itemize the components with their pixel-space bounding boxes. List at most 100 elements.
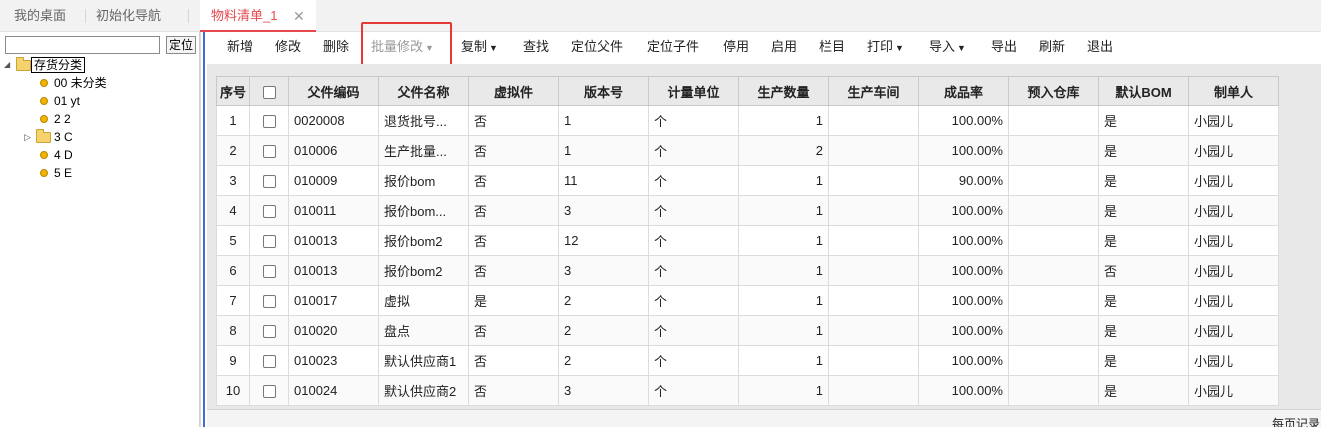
cell-default-bom[interactable]: 是 — [1098, 315, 1189, 346]
cell-workshop[interactable] — [828, 375, 919, 406]
cell-warehouse[interactable] — [1008, 345, 1099, 376]
cell-yield[interactable]: 100.00% — [918, 285, 1009, 316]
cell-version[interactable]: 1 — [558, 105, 649, 136]
row-checkbox[interactable] — [262, 235, 276, 249]
cell-qty[interactable]: 1 — [738, 165, 829, 196]
refresh-button[interactable]: 刷新 — [1039, 32, 1065, 62]
cell-code[interactable]: 010020 — [288, 315, 379, 346]
table-row[interactable]: 10 010024 默认供应商2 否 3 个 1 100.00% 是小园儿 — [216, 375, 1279, 406]
row-select[interactable] — [249, 285, 289, 316]
row-checkbox[interactable] — [262, 175, 276, 189]
col-header-default-bom[interactable]: 默认BOM — [1098, 76, 1189, 106]
tab-init-guide[interactable]: 初始化导航 — [96, 0, 161, 32]
cell-code[interactable]: 010013 — [288, 255, 379, 286]
cell-yield[interactable]: 100.00% — [918, 255, 1009, 286]
row-select[interactable] — [249, 195, 289, 226]
cell-virtual[interactable]: 否 — [468, 255, 559, 286]
import-button[interactable]: 导入 ▼ — [929, 32, 966, 62]
cell-version[interactable]: 1 — [558, 135, 649, 166]
cell-creator[interactable]: 小园儿 — [1188, 285, 1279, 316]
cell-yield[interactable]: 100.00% — [918, 105, 1009, 136]
cell-default-bom[interactable]: 是 — [1098, 105, 1189, 136]
col-header-virtual[interactable]: 虚拟件 — [468, 76, 559, 106]
cell-creator[interactable]: 小园儿 — [1188, 315, 1279, 346]
cell-virtual[interactable]: 否 — [468, 225, 559, 256]
cell-qty[interactable]: 1 — [738, 105, 829, 136]
cell-workshop[interactable] — [828, 315, 919, 346]
disable-button[interactable]: 停用 — [723, 32, 749, 62]
row-select[interactable] — [249, 315, 289, 346]
row-checkbox[interactable] — [262, 265, 276, 279]
cell-virtual[interactable]: 否 — [468, 165, 559, 196]
cell-workshop[interactable] — [828, 285, 919, 316]
copy-button[interactable]: 复制 ▼ — [461, 32, 498, 62]
table-row[interactable]: 6 010013 报价bom2 否 3 个 1 100.00% 否小园儿 — [216, 255, 1279, 286]
cell-virtual[interactable]: 否 — [468, 105, 559, 136]
table-row[interactable]: 2 010006 生产批量... 否 1 个 2 100.00% 是小园儿 — [216, 135, 1279, 166]
table-row[interactable]: 7 010017 虚拟是 2 个 1 100.00% 是小园儿 — [216, 285, 1279, 316]
row-select[interactable] — [249, 165, 289, 196]
cell-qty[interactable]: 1 — [738, 195, 829, 226]
table-row[interactable]: 8 010020 盘点否 2 个 1 100.00% 是小园儿 — [216, 315, 1279, 346]
expand-icon[interactable]: ▷ — [24, 128, 31, 146]
cell-yield[interactable]: 100.00% — [918, 315, 1009, 346]
cell-qty[interactable]: 1 — [738, 225, 829, 256]
cell-yield[interactable]: 100.00% — [918, 225, 1009, 256]
cell-workshop[interactable] — [828, 165, 919, 196]
tree-root[interactable]: ◢ 存货分类 — [4, 56, 194, 74]
cell-name[interactable]: 默认供应商1 — [378, 345, 469, 376]
cell-unit[interactable]: 个 — [648, 255, 739, 286]
cell-virtual[interactable]: 否 — [468, 345, 559, 376]
row-checkbox[interactable] — [262, 325, 276, 339]
table-row[interactable]: 1 0020008 退货批号... 否 1 个 1 100.00% 是小园儿 — [216, 105, 1279, 136]
cell-code[interactable]: 010024 — [288, 375, 379, 406]
cell-warehouse[interactable] — [1008, 255, 1099, 286]
enable-button[interactable]: 启用 — [771, 32, 797, 62]
col-header-select[interactable] — [249, 76, 289, 106]
panel-splitter[interactable] — [200, 32, 206, 427]
close-icon[interactable]: ✕ — [293, 0, 305, 32]
cell-workshop[interactable] — [828, 195, 919, 226]
cell-virtual[interactable]: 否 — [468, 315, 559, 346]
cell-default-bom[interactable]: 否 — [1098, 255, 1189, 286]
cell-version[interactable]: 2 — [558, 285, 649, 316]
cell-name[interactable]: 退货批号... — [378, 105, 469, 136]
cell-unit[interactable]: 个 — [648, 225, 739, 256]
row-checkbox[interactable] — [262, 385, 276, 399]
row-number[interactable]: 1 — [216, 105, 250, 136]
cell-version[interactable]: 3 — [558, 255, 649, 286]
row-number[interactable]: 2 — [216, 135, 250, 166]
cell-virtual[interactable]: 否 — [468, 375, 559, 406]
cell-warehouse[interactable] — [1008, 285, 1099, 316]
cell-virtual[interactable]: 是 — [468, 285, 559, 316]
col-header-unit[interactable]: 计量单位 — [648, 76, 739, 106]
cell-yield[interactable]: 100.00% — [918, 375, 1009, 406]
edit-button[interactable]: 修改 — [275, 32, 301, 62]
row-number[interactable]: 4 — [216, 195, 250, 226]
cell-default-bom[interactable]: 是 — [1098, 345, 1189, 376]
print-button[interactable]: 打印 ▼ — [867, 32, 904, 62]
col-header-code[interactable]: 父件编码 — [288, 76, 379, 106]
cell-workshop[interactable] — [828, 105, 919, 136]
cell-unit[interactable]: 个 — [648, 165, 739, 196]
table-row[interactable]: 3 010009 报价bom 否 11 个 1 90.00% 是小园儿 — [216, 165, 1279, 196]
cell-version[interactable]: 2 — [558, 345, 649, 376]
cell-warehouse[interactable] — [1008, 105, 1099, 136]
col-header-creator[interactable]: 制单人 — [1188, 76, 1279, 106]
cell-code[interactable]: 010009 — [288, 165, 379, 196]
cell-default-bom[interactable]: 是 — [1098, 375, 1189, 406]
col-header-qty[interactable]: 生产数量 — [738, 76, 829, 106]
cell-yield[interactable]: 100.00% — [918, 345, 1009, 376]
row-select[interactable] — [249, 345, 289, 376]
cell-code[interactable]: 010017 — [288, 285, 379, 316]
cell-name[interactable]: 报价bom2 — [378, 225, 469, 256]
cell-yield[interactable]: 90.00% — [918, 165, 1009, 196]
row-select[interactable] — [249, 375, 289, 406]
cell-unit[interactable]: 个 — [648, 105, 739, 136]
cell-creator[interactable]: 小园儿 — [1188, 225, 1279, 256]
table-row[interactable]: 4 010011 报价bom... 否 3 个 1 100.00% 是小园儿 — [216, 195, 1279, 226]
exit-button[interactable]: 退出 — [1087, 32, 1113, 62]
row-number[interactable]: 8 — [216, 315, 250, 346]
cell-creator[interactable]: 小园儿 — [1188, 195, 1279, 226]
table-row[interactable]: 5 010013 报价bom2 否 12 个 1 100.00% 是小园儿 — [216, 225, 1279, 256]
